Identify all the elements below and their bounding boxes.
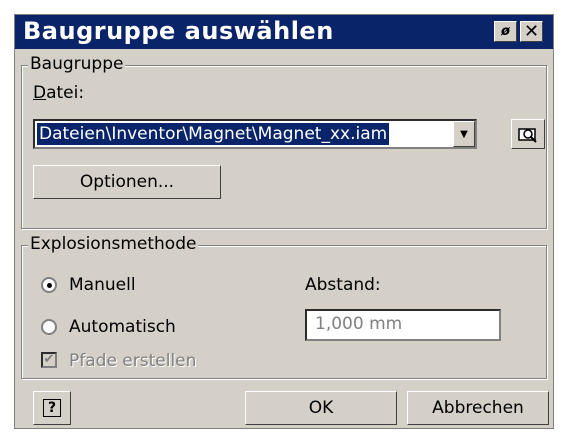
create-paths-label: Pfade erstellen [69,351,197,371]
radio-automatic-label[interactable]: Automatisch [69,317,176,337]
options-button[interactable]: Optionen... [33,165,221,199]
radio-automatic[interactable] [41,319,57,335]
ok-button[interactable]: OK [245,391,397,425]
browse-button[interactable] [511,119,545,149]
folder-search-icon [518,128,537,143]
file-combobox[interactable]: Dateien\Inventor\Magnet\Magnet_xx.iam ▼ [33,119,477,149]
window-title: Baugruppe auswählen [23,17,334,45]
checkmark-icon: ✔ [43,352,55,367]
abstand-value: 1,000 mm [315,314,403,334]
create-paths-checkbox[interactable]: ✔ [41,352,57,368]
title-bar: Baugruppe auswählen ø ✕ [15,15,553,49]
help-icon: ? [42,399,62,417]
datei-label: Datei: [33,83,85,103]
pin-icon: ø [501,24,510,39]
radio-manual[interactable] [41,277,57,293]
pin-button[interactable]: ø [494,21,517,42]
radio-selected-dot [47,283,52,288]
baugruppe-legend: Baugruppe [28,54,126,74]
explosion-method-legend: Explosionsmethode [28,234,199,254]
cancel-label: Abbrechen [432,398,524,418]
radio-manual-label[interactable]: Manuell [69,275,136,295]
select-assembly-dialog: Baugruppe auswählen ø ✕ Baugruppe Datei:… [14,14,554,429]
file-path-value[interactable]: Dateien\Inventor\Magnet\Magnet_xx.iam [37,123,390,145]
help-button[interactable]: ? [33,391,71,425]
ok-label: OK [308,398,334,418]
abstand-input[interactable]: 1,000 mm [305,309,501,341]
close-icon: ✕ [523,21,540,42]
abstand-label: Abstand: [305,275,381,295]
chevron-down-icon: ▼ [460,128,468,140]
cancel-button[interactable]: Abbrechen [407,391,549,425]
combo-dropdown-button[interactable]: ▼ [453,121,475,147]
close-button[interactable]: ✕ [520,21,543,42]
options-label: Optionen... [79,172,175,192]
